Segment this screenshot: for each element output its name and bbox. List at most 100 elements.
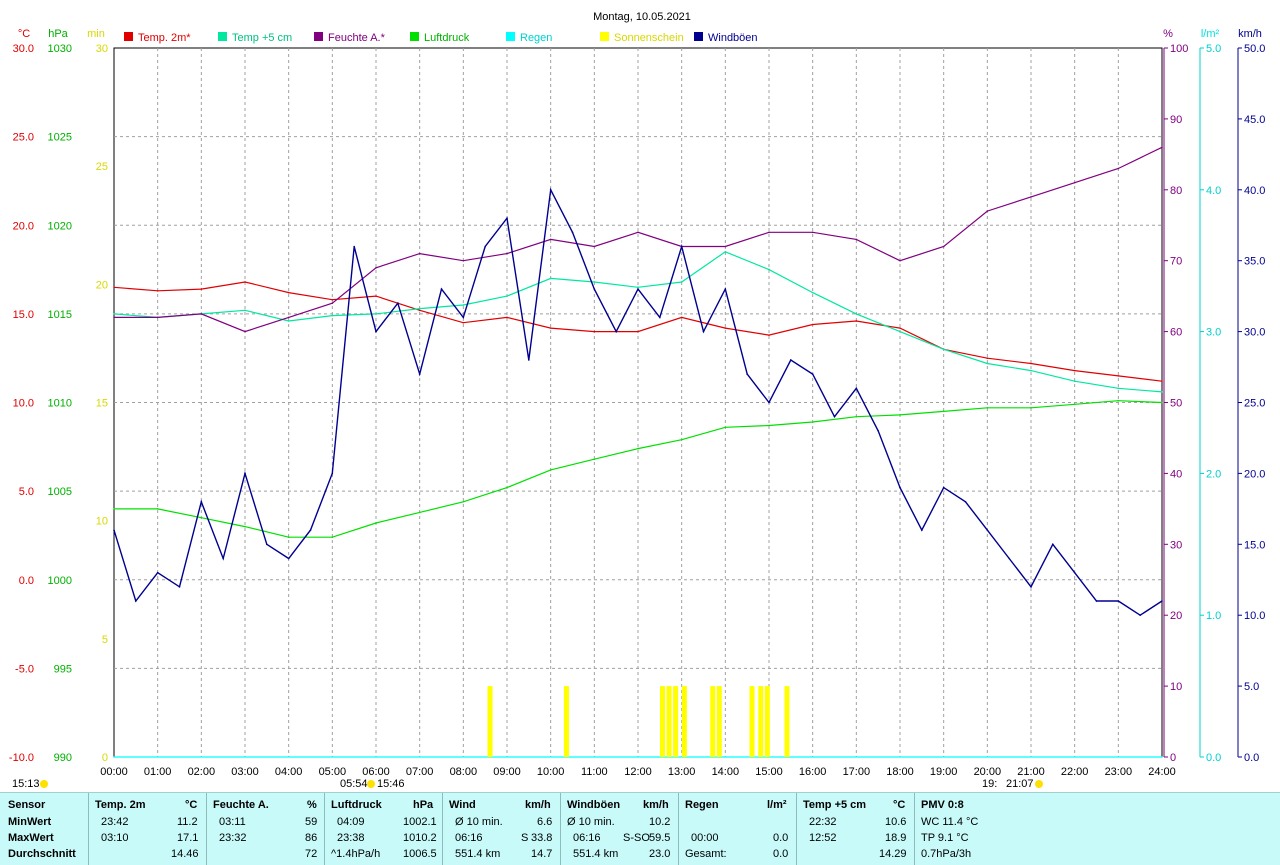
data-point	[440, 288, 443, 290]
left-time: 15:13	[12, 778, 40, 790]
data-point	[331, 314, 334, 317]
summary-col-luftdruck: Luftdruck hPa 04:09 1002.1 23:38 1010.2 …	[324, 793, 443, 865]
data-point	[855, 415, 858, 418]
data-point	[287, 557, 290, 560]
data-point	[418, 307, 421, 310]
x-tick-label: 21:00	[1017, 766, 1045, 778]
rain-tick-label: 5.0	[1206, 43, 1221, 55]
humidity-tick-label: 40	[1170, 468, 1182, 480]
data-point	[724, 251, 727, 253]
humidity-tick-label: 50	[1170, 398, 1182, 410]
grid	[113, 47, 1163, 758]
data-point	[222, 557, 224, 560]
temp5-min-time: 22:32	[809, 816, 837, 828]
temp-unit-label: °C	[18, 28, 30, 40]
data-point	[418, 373, 421, 375]
temp-tick-label: 10.0	[13, 398, 34, 410]
data-point	[724, 426, 727, 429]
sunshine-bar	[758, 686, 764, 757]
temp5-header: Temp +5 cm	[803, 799, 867, 811]
data-point	[899, 327, 901, 329]
data-point	[899, 330, 901, 333]
pressure-tick-label: 990	[54, 752, 72, 764]
feuchte-unit: %	[307, 799, 317, 811]
temp-tick-label: -5.0	[15, 663, 34, 675]
sun-tick-label: 20	[96, 279, 108, 291]
summary-col-feuchte: Feuchte A. % 03:11 59 23:32 86 72	[206, 793, 325, 865]
humidity-unit-label: %	[1163, 28, 1173, 40]
data-point	[637, 231, 639, 234]
pressure-tick-label: 995	[54, 663, 72, 675]
data-point	[1117, 375, 1120, 377]
data-point	[309, 529, 312, 531]
data-point	[1030, 407, 1032, 409]
data-point	[200, 516, 203, 519]
summary-table: Sensor MinWert MaxWert Durchschnitt Temp…	[0, 792, 1280, 865]
data-point	[1161, 756, 1163, 758]
data-point	[156, 290, 159, 292]
temp-tick-label: 30.0	[13, 43, 34, 55]
data-point	[418, 309, 421, 312]
row-label-avg: Durchschnitt	[8, 848, 76, 860]
legend-label-regen: Regen	[520, 32, 552, 44]
data-point	[113, 313, 115, 315]
wind-header: Wind	[449, 799, 476, 811]
temp-unit: °C	[185, 799, 198, 811]
sunshine-bar	[563, 686, 569, 757]
sun-tick-label: 0	[102, 752, 108, 764]
data-point	[1161, 391, 1163, 393]
legend: Temp. 2m* Temp +5 cm Feuchte A.* Luftdru…	[124, 32, 758, 44]
data-point	[768, 401, 770, 404]
data-point	[942, 245, 945, 248]
windboeen-max-time: 06:16	[573, 832, 601, 844]
data-point	[549, 327, 552, 329]
wind-max-time: 06:16	[455, 832, 483, 844]
data-point	[593, 281, 596, 283]
wind-tick-label: 25.0	[1244, 398, 1265, 410]
x-tick-label: 10:00	[537, 766, 565, 778]
temp-tick-label: 0.0	[19, 575, 34, 587]
data-point	[942, 348, 945, 351]
temp-tick-label: 20.0	[13, 220, 34, 232]
data-point	[790, 359, 792, 361]
data-point	[1030, 369, 1032, 372]
data-point	[287, 316, 290, 319]
data-point	[942, 486, 945, 489]
data-point	[899, 259, 901, 262]
row-label-max: MaxWert	[8, 832, 54, 844]
summary-col-temp5: Temp +5 cm °C 22:32 10.6 12:52 18.9 14.2…	[796, 793, 915, 865]
data-point	[921, 529, 923, 531]
feuchte-max: 86	[305, 832, 318, 844]
data-point	[877, 430, 879, 432]
legend-swatch-sonne	[600, 32, 609, 41]
data-point	[200, 500, 203, 503]
data-point	[833, 415, 836, 418]
pressure-tick-label: 1020	[48, 220, 72, 232]
data-point	[244, 309, 246, 312]
data-point	[113, 508, 115, 510]
data-point	[244, 281, 246, 283]
data-point	[1139, 614, 1141, 616]
data-point	[964, 500, 967, 503]
pmv-header: PMV 0:8	[921, 799, 964, 811]
pressure-tick-label: 1025	[48, 132, 72, 144]
x-tick-label: 20:00	[974, 766, 1002, 778]
x-tick-label: 24:00	[1148, 766, 1176, 778]
data-point	[135, 600, 137, 602]
sunshine-bar	[749, 686, 755, 757]
data-point	[1073, 181, 1076, 184]
temp5-min: 10.6	[885, 816, 907, 828]
sunshine-bar	[716, 686, 722, 757]
temp-min-time: 23:42	[101, 816, 129, 828]
axes: 00:00 01:00 02:00 03:00 04:00 05:00 06:00 07:00…	[9, 43, 1266, 778]
data-point	[680, 438, 683, 441]
sunshine-bar	[673, 686, 679, 757]
data-point	[549, 189, 552, 191]
temp-tick-label: -10.0	[9, 752, 34, 764]
windboeen-max: 59.5	[649, 832, 671, 844]
wind-tick-label: 20.0	[1244, 468, 1265, 480]
legend-label-feuchte: Feuchte A.*	[328, 32, 386, 44]
data-point	[331, 302, 334, 305]
rain-unit-label: l/m²	[1201, 28, 1220, 40]
legend-label-luftdruck: Luftdruck	[424, 32, 470, 44]
